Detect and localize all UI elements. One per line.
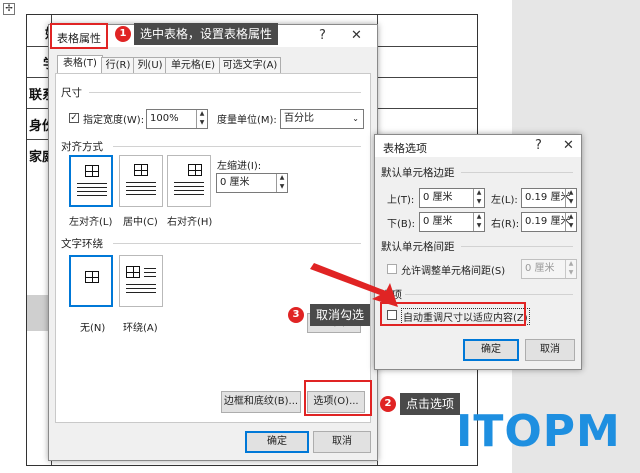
highlight-autofit [380,302,526,326]
wrap-around-icon [126,266,140,278]
tab-cell[interactable]: 单元格(E) [165,57,221,74]
align-left-label: 左对齐(L) [69,217,113,228]
ok-button[interactable]: 确定 [245,431,309,453]
align-center-option[interactable] [119,155,163,207]
top-margin-label: 上(T): [387,195,415,206]
help-button[interactable]: ? [319,28,326,43]
width-spinner[interactable]: ▲ ▼ [196,110,207,128]
align-right-label: 右对齐(H) [167,217,213,228]
right-margin-label: 右(R): [491,219,520,230]
chevron-down-icon: ⌄ [352,114,359,123]
ok-button[interactable]: 确定 [463,339,519,361]
left-margin-input[interactable]: 0.19 厘米 ▲ ▼ [521,188,577,208]
table-move-handle[interactable]: ✢ [3,3,15,15]
left-indent-input[interactable]: 0 厘米 ▲ ▼ [216,173,288,193]
align-right-option[interactable] [167,155,211,207]
spacing-spinner[interactable]: ▲ ▼ [565,260,576,278]
size-heading: 尺寸 [61,87,82,99]
alignment-heading: 对齐方式 [61,141,103,153]
close-icon[interactable]: ✕ [563,138,574,153]
cell-spacing-heading: 默认单元格间距 [381,241,455,253]
cancel-button[interactable]: 取消 [313,431,371,453]
watermark-logo: ITOPM [456,406,621,457]
spacing-input[interactable]: 0 厘米 ▲ ▼ [521,259,577,279]
divider [113,243,361,244]
tab-table[interactable]: 表格(T) [57,55,103,75]
left-margin-label: 左(L): [491,195,518,206]
callout-step2: 点击选项 [400,393,461,415]
divider [405,294,573,295]
specify-width-label: 指定宽度(W): [83,115,145,126]
top-margin-input[interactable]: 0 厘米 ▲ ▼ [419,188,485,208]
tab-alt-text[interactable]: 可选文字(A) [219,57,281,74]
close-icon[interactable]: ✕ [351,28,362,43]
bottom-margin-spinner[interactable]: ▲ ▼ [473,213,484,231]
left-indent-label: 左缩进(I): [217,161,262,172]
table-options-dialog: 表格选项 ? ✕ 默认单元格边距 上(T): 0 厘米 ▲ ▼ 左(L): 0.1… [374,134,582,370]
wrap-none-label: 无(N) [80,323,106,334]
align-left-option[interactable] [69,155,113,207]
measure-unit-select[interactable]: 百分比 ⌄ [280,109,364,129]
specify-width-checkbox[interactable]: ✓ [69,113,79,123]
indent-spinner[interactable]: ▲ ▼ [276,174,287,192]
table-left-icon [85,165,99,177]
divider [89,92,361,93]
borders-shading-button[interactable]: 边框和底纹(B)... [221,391,301,413]
callout-step1: 选中表格，设置表格属性 [134,23,279,45]
step-badge: 2 [380,396,396,412]
wrap-none-option[interactable] [69,255,113,307]
left-margin-spinner[interactable]: ▲ ▼ [565,189,576,207]
align-center-label: 居中(C) [123,217,158,228]
right-margin-input[interactable]: 0.19 厘米 ▲ ▼ [521,212,577,232]
highlight-title [50,23,108,49]
table-center-icon [134,164,148,176]
cancel-button[interactable]: 取消 [525,339,575,361]
wrap-none-icon [85,271,99,283]
allow-spacing-label: 允许调整单元格间距(S) [401,266,506,277]
bottom-margin-input[interactable]: 0 厘米 ▲ ▼ [419,212,485,232]
wrap-around-label: 环绕(A) [123,323,158,334]
cell-margins-heading: 默认单元格边距 [381,167,455,179]
step-badge: 1 [115,26,131,42]
arrow-pointer [310,263,398,307]
wrap-around-option[interactable] [119,255,163,307]
dialog-title: 表格选项 [383,142,427,155]
tab-row[interactable]: 行(R) [101,57,135,74]
help-button[interactable]: ? [535,138,542,153]
text-wrap-heading: 文字环绕 [61,238,103,250]
width-input[interactable]: 100% ▲ ▼ [146,109,208,129]
highlight-options-button [304,380,372,416]
tab-column[interactable]: 列(U) [133,57,167,74]
divider [461,172,573,173]
table-right-icon [188,164,202,176]
bottom-margin-label: 下(B): [387,219,416,230]
measure-unit-label: 度量单位(M): [217,115,277,126]
top-margin-spinner[interactable]: ▲ ▼ [473,189,484,207]
divider [113,146,361,147]
divider [461,246,573,247]
right-margin-spinner[interactable]: ▲ ▼ [565,213,576,231]
